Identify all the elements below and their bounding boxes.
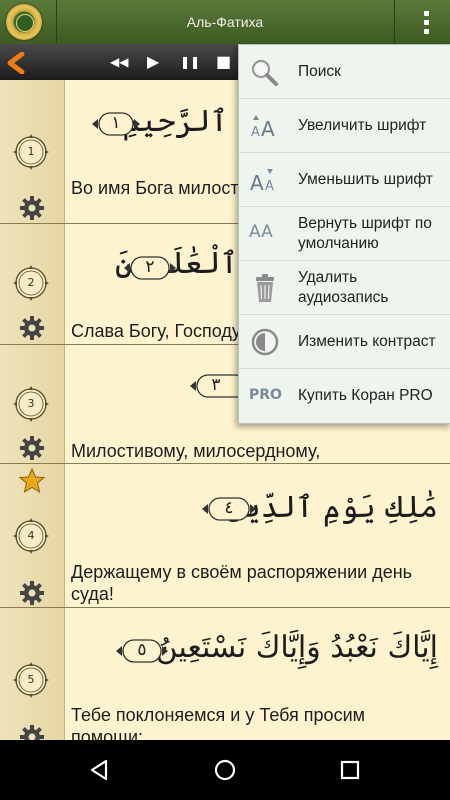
pro-icon: PRO	[249, 387, 282, 403]
menu-item-label: Уменьшить шрифт	[298, 170, 433, 188]
ayah-number: 4	[27, 529, 35, 542]
gear-icon[interactable]	[19, 315, 45, 341]
ayah-number: 5	[27, 673, 35, 686]
menu-item-label: Изменить контраст	[298, 332, 436, 350]
system-nav-bar	[0, 740, 450, 800]
verse-row: 4 مَٰلِكِ يَوْمِ ٱلدِّينِ ٤ Держащему в …	[0, 464, 450, 608]
menu-item-decrease-font[interactable]: A A Уменьшить шрифт	[239, 153, 450, 206]
divider	[394, 0, 395, 44]
menu-item-label: Купить Коран PRO	[298, 386, 433, 404]
ayah-marker-number: ٢	[145, 257, 155, 277]
ayah-marker: ٣	[188, 373, 244, 399]
svg-text:A: A	[251, 125, 260, 140]
menu-item-search[interactable]: Поиск	[239, 45, 450, 98]
arabic-verse-text: إِيَّاكَ نَعْبُدُ وَإِيَّاكَ نَسْتَعِينُ	[155, 630, 438, 665]
search-icon	[251, 59, 278, 86]
recents-nav-icon[interactable]	[338, 758, 362, 782]
menu-item-delete-audio[interactable]: Удалить аудиозапись	[239, 261, 450, 314]
page-title: Аль-Фатиха	[186, 14, 264, 30]
stop-button[interactable]: ■	[216, 53, 231, 71]
svg-text:A: A	[250, 171, 264, 194]
ayah-marker: ٢	[122, 255, 178, 281]
menu-item-label: Поиск	[298, 62, 341, 80]
app-bar: Аль-Фатиха	[0, 0, 450, 44]
ayah-marker-number: ١	[111, 113, 121, 133]
divider	[56, 0, 57, 44]
ayah-marker: ١	[90, 111, 142, 137]
menu-item-reset-font[interactable]: AA Вернуть шрифт по умолчанию	[239, 207, 450, 260]
menu-item-label: Вернуть шрифт по умолчанию	[298, 214, 432, 252]
contrast-icon	[251, 328, 279, 356]
verse-translation: Держащему в своём распоряжении день суда…	[71, 562, 413, 604]
menu-item-label: Удалить аудиозапись	[298, 268, 389, 306]
play-button[interactable]: ▶	[147, 53, 159, 71]
ayah-number: 3	[27, 397, 35, 410]
gear-icon[interactable]	[19, 435, 45, 461]
rewind-button[interactable]: ◀◀	[110, 53, 128, 71]
menu-item-label: Увеличить шрифт	[298, 116, 427, 134]
font-reset-icon: AA	[249, 222, 273, 242]
home-nav-icon[interactable]	[213, 758, 237, 782]
menu-item-buy-pro[interactable]: PRO Купить Коран PRO	[239, 369, 450, 422]
verse-translation: Милостивому, милосердному,	[71, 441, 321, 461]
gear-icon[interactable]	[19, 580, 45, 606]
gear-icon[interactable]	[19, 195, 45, 221]
ayah-marker-number: ٣	[211, 375, 221, 395]
back-nav-icon[interactable]	[87, 758, 111, 782]
options-menu: Поиск A A Увеличить шрифт A A Уменьшить …	[238, 44, 450, 424]
star-bookmark-icon[interactable]	[18, 467, 46, 495]
ayah-marker-number: ٥	[137, 640, 147, 660]
svg-text:A: A	[265, 179, 274, 194]
menu-item-increase-font[interactable]: A A Увеличить шрифт	[239, 99, 450, 152]
ayah-number: 2	[27, 276, 35, 289]
ayah-number: 1	[27, 145, 35, 158]
trash-icon	[256, 274, 274, 302]
svg-text:A: A	[261, 117, 275, 140]
font-decrease-icon: A A	[250, 169, 274, 194]
pause-button[interactable]: ❚❚	[180, 53, 200, 71]
ayah-marker-number: ٤	[224, 498, 234, 518]
ayah-marker: ٥	[114, 638, 170, 664]
menu-item-change-contrast[interactable]: Изменить контраст	[239, 315, 450, 368]
font-increase-icon: A A	[251, 115, 275, 140]
ayah-marker: ٤	[200, 496, 258, 522]
verse-row: 5 إِيَّاكَ نَعْبُدُ وَإِيَّاكَ نَسْتَعِي…	[0, 608, 450, 749]
overflow-menu-icon[interactable]	[402, 0, 450, 44]
back-arrow-icon[interactable]	[4, 52, 30, 74]
app-logo-icon[interactable]	[6, 4, 42, 40]
